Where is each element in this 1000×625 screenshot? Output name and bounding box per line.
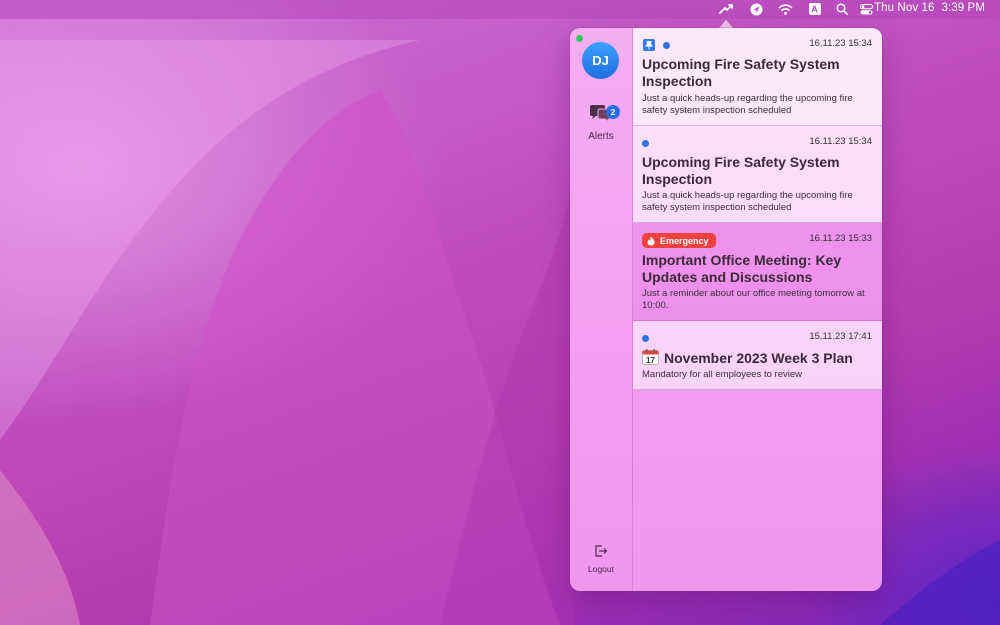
notification-title: Upcoming Fire Safety System Inspection [642, 154, 840, 187]
notification-title: Upcoming Fire Safety System Inspection [642, 56, 840, 89]
sidebar-item-alerts[interactable]: 2 Alerts [576, 104, 626, 146]
notification-list: 16.11.23 15:34 Upcoming Fire Safety Syst… [633, 28, 882, 390]
logout-icon [594, 544, 608, 563]
menubar-clock[interactable]: Thu Nov 16 3:39 PM [874, 2, 985, 14]
location-icon[interactable] [749, 2, 763, 16]
avatar[interactable]: DJ [582, 42, 619, 79]
notification-timestamp: 16.11.23 15:34 [809, 136, 872, 147]
emergency-label: Emergency [660, 235, 709, 246]
menubar-time: 3:39 PM [941, 2, 985, 14]
notification-timestamp: 16.11.23 15:33 [809, 233, 872, 244]
notification-card[interactable]: 15.11.23 17:41 17 November 2023 Week 3 P… [633, 321, 882, 390]
flame-icon [647, 236, 655, 246]
notification-timestamp: 15.11.23 17:41 [809, 331, 872, 342]
calendar-icon: 17 [642, 349, 659, 369]
notification-body: Mandatory for all employees to review [642, 369, 802, 380]
menu-bar: A Thu Nov 16 3:39 PM [0, 0, 1000, 19]
control-center-icon[interactable] [859, 2, 873, 16]
online-status-dot [576, 35, 583, 42]
notification-body: Just a reminder about our office meeting… [642, 288, 865, 311]
notification-title: November 2023 Week 3 Plan [664, 350, 853, 366]
search-icon[interactable] [835, 2, 848, 16]
notification-card[interactable]: 16.11.23 15:34 Upcoming Fire Safety Syst… [633, 126, 882, 223]
input-source-label: A [808, 3, 821, 15]
notification-card[interactable]: Emergency 16.11.23 15:33 Important Offic… [633, 223, 882, 321]
svg-text:17: 17 [646, 356, 655, 365]
unread-dot [642, 140, 649, 147]
pin-icon [643, 39, 655, 51]
unread-dot [642, 335, 649, 342]
notification-body: Just a quick heads-up regarding the upco… [642, 93, 853, 116]
menubar-date: Thu Nov 16 [874, 2, 935, 14]
popover-arrow [719, 20, 733, 28]
wifi-icon[interactable] [777, 2, 793, 16]
emergency-badge: Emergency [642, 233, 716, 248]
unread-dot [663, 42, 670, 49]
notification-title-row: 17 November 2023 Week 3 Plan [642, 349, 870, 369]
logout-label: Logout [588, 564, 614, 574]
logout-button[interactable]: Logout [576, 544, 626, 578]
notification-title: Important Office Meeting: Key Updates an… [642, 252, 842, 285]
alerts-popover: DJ 2 Alerts Logout 16.11.23 15:34 Upcomi… [570, 28, 882, 591]
sidebar: DJ 2 Alerts Logout [570, 28, 633, 591]
alerts-app-icon[interactable] [718, 2, 736, 16]
notification-timestamp: 16.11.23 15:34 [809, 38, 872, 49]
alerts-count-badge: 2 [606, 105, 620, 119]
keyboard-input-icon[interactable]: A [808, 2, 821, 16]
notification-body: Just a quick heads-up regarding the upco… [642, 190, 853, 213]
sidebar-item-label: Alerts [588, 131, 614, 142]
notification-card[interactable]: 16.11.23 15:34 Upcoming Fire Safety Syst… [633, 28, 882, 126]
